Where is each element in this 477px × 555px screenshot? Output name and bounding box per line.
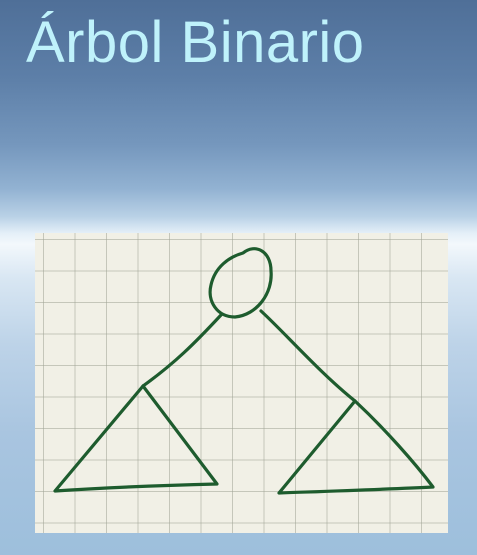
left-subtree-triangle xyxy=(53,384,219,493)
slide-title: Árbol Binario xyxy=(26,10,365,75)
binary-tree-drawing xyxy=(53,247,435,495)
right-subtree-triangle xyxy=(277,399,435,495)
right-branch-line xyxy=(259,309,357,403)
left-branch-line xyxy=(141,313,223,388)
graph-paper-sketch xyxy=(35,233,448,533)
slide: { "slide": { "title": "Árbol Binario" },… xyxy=(0,0,477,555)
root-node-circle xyxy=(208,247,273,319)
